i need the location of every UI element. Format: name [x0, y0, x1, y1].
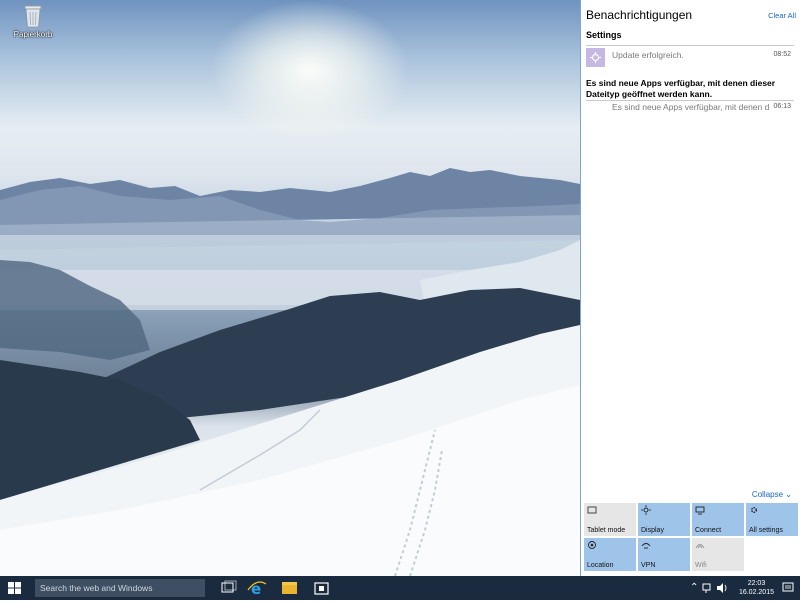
quick-action-label: Connect — [695, 527, 722, 534]
wifi-icon — [695, 544, 705, 549]
action-center-panel: Benachrichtigungen Clear All Settings Up… — [580, 0, 800, 576]
windows-logo-icon — [8, 582, 21, 594]
chevron-down-icon: ⌄ — [785, 490, 792, 499]
quick-action-label: VPN — [641, 562, 656, 569]
notification-text: Es sind neue Apps verfügbar, mit denen d — [612, 102, 770, 112]
notification-center-icon[interactable] — [782, 582, 794, 594]
quick-action-vpn[interactable]: VPN — [638, 538, 690, 571]
quick-action-connect[interactable]: Connect — [692, 503, 744, 536]
chevron-up-icon[interactable]: ⌃ — [690, 582, 698, 593]
desktop-icon-label: Papierkorb — [13, 30, 53, 39]
task-view-icon — [221, 580, 237, 593]
tablet-mode-icon — [587, 506, 597, 514]
action-center-header: Benachrichtigungen Clear All — [586, 8, 796, 26]
settings-gear-icon — [751, 507, 757, 513]
action-center-title: Benachrichtigungen — [586, 8, 693, 22]
clock-time: 22:03 — [747, 580, 766, 587]
quick-action-location[interactable]: Location — [584, 538, 636, 571]
notification-item[interactable]: Update erfolgreich. 08:52 — [586, 48, 794, 70]
notification-text: Update erfolgreich. — [612, 50, 684, 60]
file-explorer-icon — [282, 582, 297, 594]
quick-action-all-settings[interactable]: All settings — [746, 503, 798, 536]
group-divider — [586, 45, 794, 46]
settings-gear-icon — [586, 48, 605, 67]
notification-time: 08:52 — [773, 51, 791, 58]
internet-explorer-button[interactable]: e — [243, 576, 271, 600]
quick-action-label: Tablet mode — [587, 527, 626, 534]
notification-item[interactable]: Es sind neue Apps verfügbar, mit denen d… — [586, 102, 794, 116]
quick-action-wifi[interactable]: Wifi — [692, 538, 744, 571]
clock[interactable]: 22:03 16.02.2015 — [739, 579, 774, 597]
collapse-label: Collapse — [751, 490, 784, 499]
group-divider — [586, 100, 794, 101]
internet-explorer-icon: e — [247, 580, 267, 598]
location-icon — [588, 541, 596, 549]
clock-date: 16.02.2015 — [738, 589, 774, 596]
task-view-button[interactable] — [214, 576, 242, 600]
quick-action-display[interactable]: Display — [638, 503, 690, 536]
network-icon[interactable] — [702, 582, 714, 594]
quick-action-label: Wifi — [695, 562, 707, 569]
quick-action-label: Location — [587, 562, 614, 569]
file-explorer-button[interactable] — [276, 576, 304, 600]
connect-icon — [695, 506, 705, 515]
vpn-icon — [641, 543, 651, 549]
system-tray: ⌃ 22:03 16.02.2015 — [690, 576, 800, 600]
start-button[interactable] — [0, 576, 30, 600]
quick-action-tablet-mode[interactable]: Tablet mode — [584, 503, 636, 536]
brightness-icon — [641, 505, 651, 515]
notification-message-bold[interactable]: Es sind neue Apps verfügbar, mit denen d… — [586, 78, 794, 100]
notification-time: 06:13 — [773, 103, 791, 110]
clear-all-button[interactable]: Clear All — [768, 11, 796, 20]
collapse-button[interactable]: Collapse ⌄ — [752, 490, 792, 499]
notification-group-title[interactable]: Settings — [586, 30, 622, 40]
search-input[interactable]: Search the web and Windows — [35, 579, 205, 597]
desktop-icon-recycle-bin[interactable]: Papierkorb — [8, 4, 58, 39]
quick-action-label: All settings — [749, 527, 783, 534]
recycle-bin-icon — [23, 4, 43, 28]
taskbar: Search the web and Windows e ⌃ 22:03 16.… — [0, 576, 800, 600]
store-button[interactable] — [308, 576, 336, 600]
quick-action-label: Display — [641, 527, 664, 534]
store-icon — [314, 582, 329, 595]
volume-icon[interactable] — [716, 582, 728, 594]
